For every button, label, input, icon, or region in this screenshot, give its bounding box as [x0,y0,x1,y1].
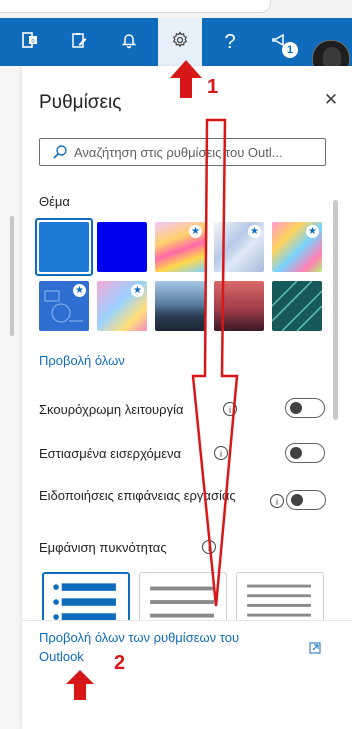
browser-tab [0,0,271,13]
office-apps-button[interactable]: o [8,18,52,66]
annotation-number-2: 2 [114,652,126,674]
dark-mode-label: Σκουρόχρωμη λειτουργία [39,402,184,417]
settings-search-box[interactable] [39,138,326,166]
popout-icon[interactable] [309,642,321,654]
feedback-badge: 1 [282,42,298,58]
focused-inbox-toggle[interactable] [285,443,325,463]
feedback-button[interactable] [258,18,302,66]
premium-star-icon: ★ [73,284,86,297]
footer-link-line2: Outlook [39,649,84,664]
close-button[interactable]: ✕ [319,88,343,112]
theme-tile-circuit[interactable] [272,281,322,331]
desktop-notifications-toggle[interactable] [286,490,326,510]
dark-mode-toggle[interactable] [285,398,325,418]
view-all-outlook-settings-link[interactable]: Προβολή όλων των ρυθμίσεων του Outlook [39,628,309,666]
close-icon: ✕ [323,90,339,109]
theme-tile-colorful[interactable]: ★ [272,222,322,272]
annotation-arrow-up-1 [170,60,202,98]
question-icon: ? [224,30,236,53]
circuit-pattern [272,281,322,331]
annotation-arrow-down [191,118,239,607]
theme-section-label: Θέμα [39,194,70,209]
help-button[interactable]: ? [208,18,252,66]
theme-tile-blueprint[interactable]: ★ [39,281,89,331]
panel-title: Ρυθμίσεις [39,92,122,113]
search-icon [53,145,67,159]
panel-scrollbar[interactable] [333,200,338,420]
focused-inbox-label: Εστιασμένα εισερχόμενα [39,446,182,461]
bell-icon [119,30,139,55]
notifications-button[interactable] [107,18,151,66]
annotation-number-1: 1 [207,76,219,98]
theme-tile-toys[interactable]: ★ [97,281,147,331]
footer-link-line1: Προβολή όλων των ρυθμίσεων του [39,630,240,645]
gear-icon [170,30,190,55]
info-icon[interactable]: i [270,494,284,508]
view-all-themes-link[interactable]: Προβολή όλων [39,353,125,368]
premium-star-icon: ★ [306,225,319,238]
page-background [0,66,22,729]
annotation-arrow-up-2 [66,670,94,700]
page-scrollbar[interactable] [10,216,14,336]
premium-star-icon: ★ [248,225,261,238]
clipboard-icon [69,30,89,55]
clipboard-note-button[interactable] [57,18,101,66]
theme-tile-blue[interactable] [39,222,89,272]
premium-star-icon: ★ [131,284,144,297]
office-icon: o [20,30,40,55]
density-label: Εμφάνιση πυκνότητας [39,540,167,555]
theme-tile-dark-blue[interactable] [97,222,147,272]
browser-tab-strip [0,0,352,19]
